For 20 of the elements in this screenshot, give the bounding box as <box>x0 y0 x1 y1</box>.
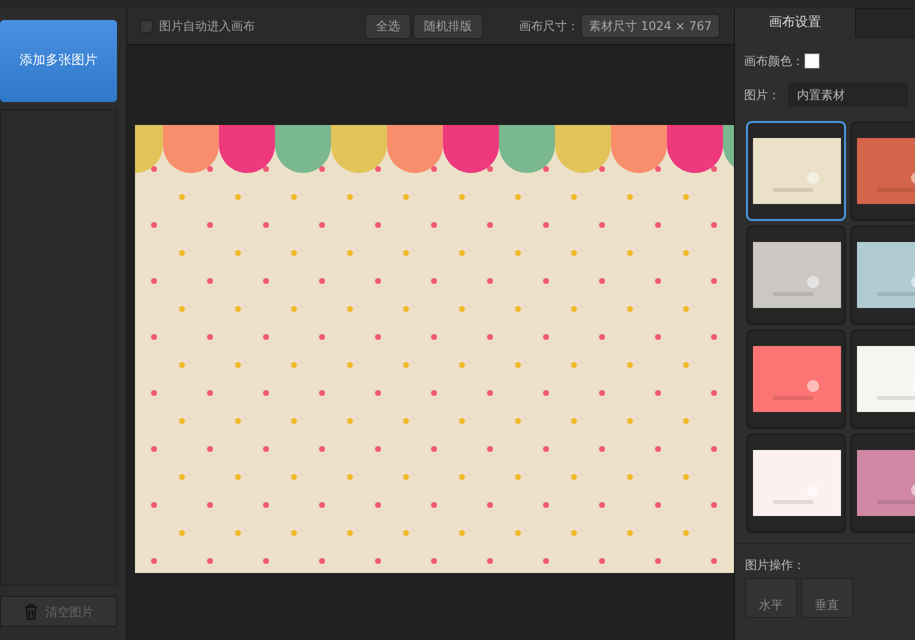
trash-icon <box>24 604 38 620</box>
flip-button[interactable]: 垂直 <box>801 578 853 618</box>
toolbar-button[interactable]: 随机排版 <box>413 14 483 38</box>
thumbnail-card[interactable] <box>746 433 846 533</box>
size-select[interactable]: 素材尺寸 1024 × 767 <box>581 14 720 38</box>
thumbnail-card[interactable] <box>746 329 846 429</box>
checkbox-label: 图片自动进入画布 <box>159 18 255 35</box>
image-label: 图片： <box>744 86 780 104</box>
thumbnail-card[interactable] <box>746 225 846 325</box>
toolbar-button[interactable]: 全选 <box>365 14 411 38</box>
checkbox[interactable] <box>140 20 153 32</box>
color-swatch[interactable] <box>804 53 820 69</box>
flip-button[interactable]: 水平 <box>745 578 797 618</box>
operations-label: 图片操作： <box>745 558 805 572</box>
size-label: 画布尺寸： <box>519 18 579 35</box>
settings-tab[interactable]: 画布设置 <box>735 8 855 38</box>
thumbnail-card[interactable] <box>746 121 846 221</box>
add-images-button[interactable]: 添加多张图片 <box>0 20 117 102</box>
canvas-color-label: 画布颜色： <box>744 53 804 70</box>
image-select[interactable]: 内置素材 <box>788 82 908 107</box>
